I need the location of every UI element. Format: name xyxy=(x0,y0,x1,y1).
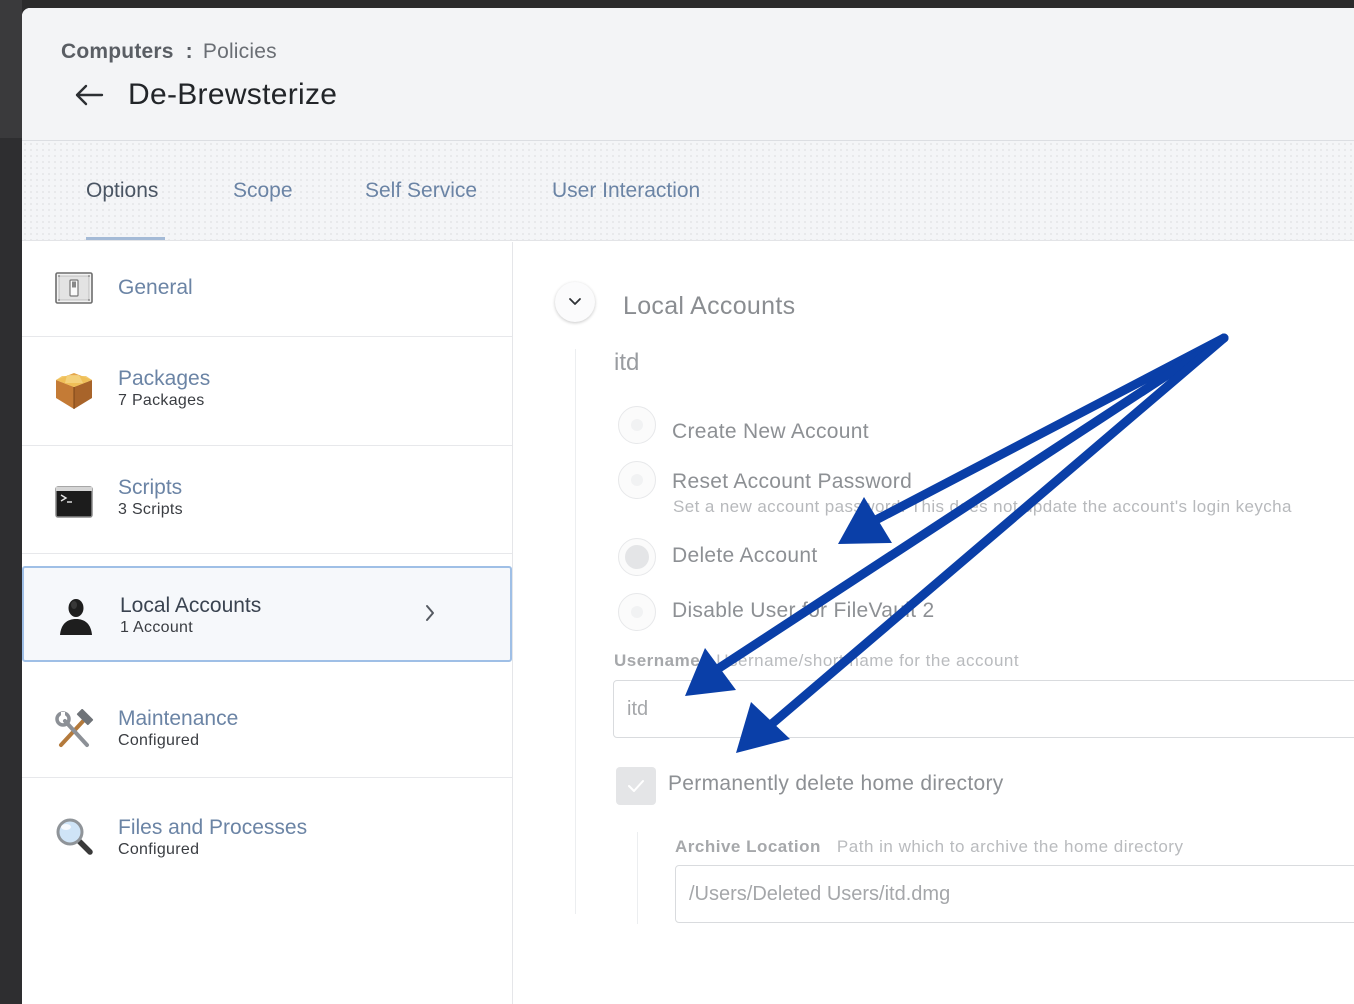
delete-home-directory-checkbox[interactable] xyxy=(616,767,656,805)
package-box-icon xyxy=(53,371,95,413)
hammer-wrench-icon xyxy=(53,708,95,751)
sidebar-item-count: Configured xyxy=(118,732,200,749)
chevron-down-icon xyxy=(569,298,581,305)
radio-label: Delete Account xyxy=(672,544,818,567)
radio-delete-account[interactable] xyxy=(618,538,656,576)
breadcrumb: Computers: Policies xyxy=(61,40,277,64)
radio-reset-account-password[interactable] xyxy=(618,461,656,499)
sidebar-item-count: 7 Packages xyxy=(118,392,205,409)
breadcrumb-separator: : xyxy=(185,40,193,63)
chevron-right-icon xyxy=(422,602,438,624)
sidebar: General Packages 7 Packages Scripts 3 Sc… xyxy=(22,242,513,1004)
tab-scope[interactable]: Scope xyxy=(233,179,293,203)
sidebar-item-label: Scripts xyxy=(118,476,183,499)
sidebar-item-count: Configured xyxy=(118,841,200,858)
checkbox-label: Permanently delete home directory xyxy=(668,772,1004,795)
username-label: Username xyxy=(614,651,701,670)
sidebar-item-local-accounts[interactable]: Local Accounts 1 Account xyxy=(22,566,512,662)
username-field-label: Username Username/short name for the acco… xyxy=(614,651,1019,671)
tab-options[interactable]: Options xyxy=(86,179,158,203)
page-header: Computers: Policies De-Brewsterize xyxy=(22,8,1354,141)
sidebar-item-label: General xyxy=(118,276,193,299)
archive-indent-line xyxy=(637,832,638,924)
background-window-edge xyxy=(0,0,22,1004)
breadcrumb-computers[interactable]: Computers xyxy=(61,40,174,63)
radio-description: Set a new account password. This does no… xyxy=(673,497,1292,516)
sidebar-item-label: Maintenance xyxy=(118,707,239,730)
account-name: itd xyxy=(614,349,640,376)
sidebar-item-packages[interactable]: Packages 7 Packages xyxy=(22,337,512,446)
policy-window: Computers: Policies De-Brewsterize Option… xyxy=(22,8,1354,1004)
section-indent-line xyxy=(575,349,576,914)
archive-hint: Path in which to archive the home direct… xyxy=(836,837,1184,856)
sidebar-item-files-and-processes[interactable]: Files and Processes Configured xyxy=(22,778,512,886)
back-arrow-icon[interactable] xyxy=(72,80,106,110)
section-title: Local Accounts xyxy=(623,292,796,320)
sidebar-item-label: Local Accounts xyxy=(120,594,262,617)
breadcrumb-policies[interactable]: Policies xyxy=(203,40,277,63)
radio-label: Create New Account xyxy=(672,420,869,443)
sidebar-item-scripts[interactable]: Scripts 3 Scripts xyxy=(22,446,512,554)
radio-create-new-account[interactable] xyxy=(618,406,656,444)
local-accounts-panel: Local Accounts itd Create New Account Re… xyxy=(514,242,1354,1004)
background-window-band xyxy=(0,0,22,138)
user-silhouette-icon xyxy=(55,595,97,637)
radio-label: Reset Account Password xyxy=(672,470,913,493)
username-input[interactable]: itd xyxy=(613,680,1354,738)
radio-disable-user-filevault[interactable] xyxy=(618,593,656,631)
username-hint: Username/short name for the account xyxy=(716,651,1020,670)
radio-label: Disable User for FileVault 2 xyxy=(672,599,935,622)
archive-label: Archive Location xyxy=(675,837,821,856)
sidebar-item-count: 3 Scripts xyxy=(118,501,183,518)
archive-location-input[interactable]: /Users/Deleted Users/itd.dmg xyxy=(675,865,1354,923)
sidebar-item-label: Files and Processes xyxy=(118,816,308,839)
magnifier-icon xyxy=(53,815,95,857)
active-tab-indicator xyxy=(86,237,165,240)
sidebar-item-general[interactable]: General xyxy=(22,242,512,337)
tab-bar: Options Scope Self Service User Interact… xyxy=(22,141,1354,241)
archive-field-label: Archive Location Path in which to archive… xyxy=(675,837,1183,857)
page-title: De-Brewsterize xyxy=(128,78,338,111)
sidebar-item-count: 1 Account xyxy=(120,619,193,636)
tab-user-interaction[interactable]: User Interaction xyxy=(552,179,700,203)
tab-self-service[interactable]: Self Service xyxy=(365,179,477,203)
collapse-section-button[interactable] xyxy=(555,282,595,322)
terminal-icon xyxy=(53,482,95,524)
checkmark-icon xyxy=(628,780,644,792)
switch-icon xyxy=(53,268,95,310)
sidebar-item-maintenance[interactable]: Maintenance Configured xyxy=(22,669,512,778)
sidebar-item-label: Packages xyxy=(118,367,211,390)
